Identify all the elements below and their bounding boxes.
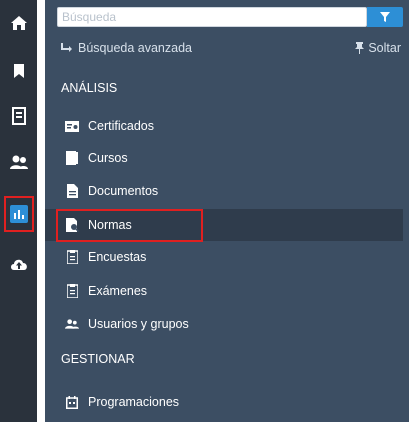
document-list-icon[interactable] — [0, 101, 37, 131]
calendar-icon — [65, 395, 79, 409]
users-group-icon — [65, 317, 79, 331]
section-manage: GESTIONAR — [61, 352, 135, 366]
filter-button[interactable] — [367, 7, 403, 27]
survey-icon — [65, 250, 79, 264]
menu-item-certificates-label: Certificados — [88, 119, 154, 133]
menu-item-users-groups-label: Usuarios y grupos — [88, 317, 189, 331]
filter-icon — [380, 12, 390, 22]
standards-highlight-box — [56, 209, 203, 242]
advanced-search-link[interactable]: Búsqueda avanzada — [61, 41, 192, 55]
bookmark-icon[interactable] — [0, 56, 37, 86]
book-icon — [65, 151, 79, 165]
navigation-panel: Búsqueda Búsqueda avanzada Soltar ANÁLIS… — [45, 0, 409, 422]
menu-item-documents[interactable]: Documentos — [65, 181, 158, 201]
file-icon — [65, 184, 79, 198]
menu-item-users-groups[interactable]: Usuarios y grupos — [65, 314, 189, 334]
section-analysis: ANÁLISIS — [61, 81, 118, 95]
pin-icon — [355, 42, 365, 54]
menu-item-courses-label: Cursos — [88, 151, 128, 165]
return-arrow-icon — [61, 43, 72, 52]
analytics-highlight-box — [4, 196, 34, 232]
menu-item-documents-label: Documentos — [88, 184, 159, 198]
home-icon[interactable] — [0, 8, 37, 38]
search-input[interactable]: Búsqueda — [57, 7, 367, 27]
unpin-label: Soltar — [368, 41, 401, 55]
menu-item-schedules[interactable]: Programaciones — [65, 392, 179, 412]
users-icon[interactable] — [0, 147, 37, 177]
cloud-upload-icon[interactable] — [0, 249, 37, 279]
menu-item-exams[interactable]: Exámenes — [65, 281, 147, 301]
menu-item-exams-label: Exámenes — [88, 284, 148, 298]
advanced-search-label: Búsqueda avanzada — [78, 41, 192, 55]
unpin-button[interactable]: Soltar — [355, 41, 401, 55]
certificate-icon — [65, 119, 79, 133]
icon-rail — [0, 0, 37, 422]
menu-item-certificates[interactable]: Certificados — [65, 116, 154, 136]
menu-item-surveys-label: Encuestas — [88, 250, 147, 264]
menu-item-schedules-label: Programaciones — [88, 395, 180, 409]
menu-item-surveys[interactable]: Encuestas — [65, 247, 146, 267]
exam-icon — [65, 284, 79, 298]
menu-item-courses[interactable]: Cursos — [65, 148, 128, 168]
